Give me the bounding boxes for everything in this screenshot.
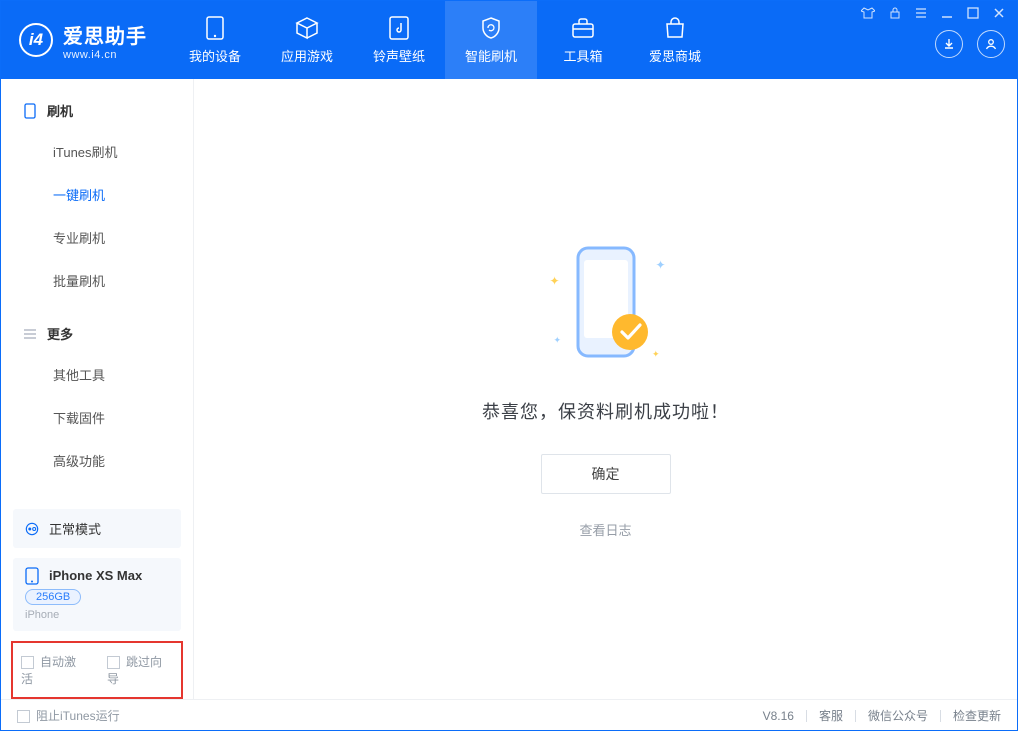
- app-name: 爱思助手: [63, 20, 147, 49]
- nav-apps[interactable]: 应用游戏: [261, 1, 353, 79]
- user-controls: [935, 22, 1005, 73]
- phone-small-icon: [23, 104, 37, 118]
- sidebar-item-pro[interactable]: 专业刷机: [1, 216, 193, 259]
- options-highlight-box: 自动激活 跳过向导: [11, 641, 183, 699]
- mode-card[interactable]: 正常模式: [13, 509, 181, 548]
- auto-activate-checkbox[interactable]: 自动激活: [21, 653, 87, 687]
- nav-label: 工具箱: [563, 46, 602, 65]
- ok-button[interactable]: 确定: [541, 454, 671, 494]
- skip-guide-checkbox[interactable]: 跳过向导: [107, 653, 173, 687]
- logo-icon: i4: [19, 23, 53, 57]
- shield-refresh-icon: [479, 16, 503, 40]
- section-flash: 刷机: [1, 93, 193, 130]
- close-button[interactable]: [993, 7, 1005, 22]
- nav-label: 爱思商城: [649, 46, 701, 65]
- version-label: V8.16: [763, 709, 794, 723]
- success-message: 恭喜您，保资料刷机成功啦！: [482, 398, 729, 424]
- mode-icon: [25, 522, 39, 536]
- sidebar-item-batch[interactable]: 批量刷机: [1, 259, 193, 302]
- block-itunes-checkbox[interactable]: 阻止iTunes运行: [17, 707, 120, 724]
- title-bar: i4 爱思助手 www.i4.cn 我的设备 应用游戏 铃声壁纸: [1, 1, 1017, 79]
- top-nav: 我的设备 应用游戏 铃声壁纸 智能刷机 工具箱: [169, 1, 721, 79]
- device-type: iPhone: [25, 609, 169, 621]
- nav-device[interactable]: 我的设备: [169, 1, 261, 79]
- main-content: ✦ ✦ ✦ ✦ 恭喜您，保资料刷机成功啦！ 确定 查看日志: [194, 79, 1017, 699]
- account-button[interactable]: [977, 30, 1005, 58]
- nav-label: 应用游戏: [281, 46, 333, 65]
- section-title: 刷机: [47, 101, 73, 120]
- lock-icon[interactable]: [889, 7, 901, 22]
- wechat-link[interactable]: 微信公众号: [868, 707, 928, 724]
- minimize-button[interactable]: [941, 7, 953, 22]
- app-logo-block: i4 爱思助手 www.i4.cn: [1, 1, 169, 79]
- nav-flash[interactable]: 智能刷机: [445, 1, 537, 79]
- window-controls: [861, 7, 1005, 22]
- sidebar-item-onekey[interactable]: 一键刷机: [1, 173, 193, 216]
- phone-icon: [203, 16, 227, 40]
- nav-label: 智能刷机: [465, 46, 517, 65]
- list-small-icon: [23, 327, 37, 341]
- app-url: www.i4.cn: [63, 49, 147, 61]
- cube-icon: [295, 16, 319, 40]
- nav-label: 我的设备: [189, 46, 241, 65]
- device-card[interactable]: iPhone XS Max 256GB iPhone: [13, 558, 181, 631]
- check-update-link[interactable]: 检查更新: [953, 707, 1001, 724]
- nav-toolbox[interactable]: 工具箱: [537, 1, 629, 79]
- section-more: 更多: [1, 316, 193, 353]
- maximize-button[interactable]: [967, 7, 979, 22]
- download-button[interactable]: [935, 30, 963, 58]
- status-bar: 阻止iTunes运行 V8.16 客服 微信公众号 检查更新: [1, 699, 1017, 731]
- sidebar-item-advanced[interactable]: 高级功能: [1, 439, 193, 482]
- view-log-link[interactable]: 查看日志: [579, 520, 631, 539]
- device-icon: [25, 569, 39, 583]
- toolbox-icon: [571, 16, 595, 40]
- titlebar-right: [849, 1, 1017, 79]
- shirt-icon[interactable]: [861, 7, 875, 22]
- customer-service-link[interactable]: 客服: [819, 707, 843, 724]
- success-illustration: ✦ ✦ ✦ ✦: [546, 240, 666, 370]
- section-title: 更多: [47, 324, 73, 343]
- menu-icon[interactable]: [915, 7, 927, 22]
- bag-icon: [663, 16, 687, 40]
- nav-label: 铃声壁纸: [373, 46, 425, 65]
- nav-store[interactable]: 爱思商城: [629, 1, 721, 79]
- sidebar-item-other[interactable]: 其他工具: [1, 353, 193, 396]
- sidebar: 刷机 iTunes刷机 一键刷机 专业刷机 批量刷机 更多 其他工具 下载固件 …: [1, 79, 194, 699]
- sidebar-item-itunes[interactable]: iTunes刷机: [1, 130, 193, 173]
- mode-label: 正常模式: [49, 519, 101, 538]
- device-name: iPhone XS Max: [49, 568, 142, 583]
- sidebar-item-firmware[interactable]: 下载固件: [1, 396, 193, 439]
- device-storage: 256GB: [25, 589, 81, 605]
- music-file-icon: [387, 16, 411, 40]
- nav-ringtone[interactable]: 铃声壁纸: [353, 1, 445, 79]
